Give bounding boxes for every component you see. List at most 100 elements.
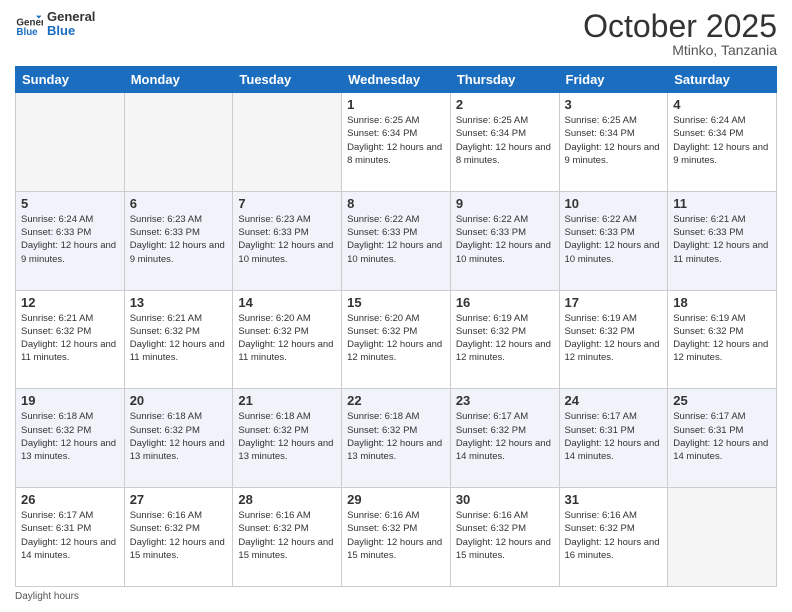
calendar-header-saturday: Saturday: [668, 67, 777, 93]
calendar-cell: 14Sunrise: 6:20 AM Sunset: 6:32 PM Dayli…: [233, 290, 342, 389]
day-number: 23: [456, 393, 554, 408]
day-number: 11: [673, 196, 771, 211]
calendar-cell: 3 Sunrise: 6:25 AM Sunset: 6:34 PM Daylig…: [559, 93, 668, 192]
day-info: Sunrise: 6:18 AM Sunset: 6:32 PM Dayligh…: [21, 410, 119, 463]
day-number: 17: [565, 295, 663, 310]
header: General Blue General Blue October 2025 M…: [15, 10, 777, 58]
day-number: 29: [347, 492, 445, 507]
day-number: 3: [565, 97, 663, 112]
day-number: 24: [565, 393, 663, 408]
svg-text:Blue: Blue: [16, 27, 38, 38]
day-number: 10: [565, 196, 663, 211]
day-number: 4: [673, 97, 771, 112]
day-number: 15: [347, 295, 445, 310]
day-number: 13: [130, 295, 228, 310]
day-info: Sunrise: 6:17 AM Sunset: 6:32 PM Dayligh…: [456, 410, 554, 463]
day-info: Sunrise: 6:16 AM Sunset: 6:32 PM Dayligh…: [130, 509, 228, 562]
day-number: 25: [673, 393, 771, 408]
calendar-cell: [668, 488, 777, 587]
calendar-header-row: SundayMondayTuesdayWednesdayThursdayFrid…: [16, 67, 777, 93]
day-info: Sunrise: 6:25 AM Sunset: 6:34 PM Dayligh…: [347, 114, 445, 167]
calendar-cell: 19Sunrise: 6:18 AM Sunset: 6:32 PM Dayli…: [16, 389, 125, 488]
calendar-cell: 5 Sunrise: 6:24 AM Sunset: 6:33 PM Daylig…: [16, 191, 125, 290]
day-number: 31: [565, 492, 663, 507]
month-title: October 2025: [583, 10, 777, 42]
day-info: Sunrise: 6:19 AM Sunset: 6:32 PM Dayligh…: [565, 312, 663, 365]
calendar-cell: 16Sunrise: 6:19 AM Sunset: 6:32 PM Dayli…: [450, 290, 559, 389]
day-info: Sunrise: 6:16 AM Sunset: 6:32 PM Dayligh…: [456, 509, 554, 562]
logo-icon: General Blue: [15, 10, 43, 38]
calendar-week-2: 5 Sunrise: 6:24 AM Sunset: 6:33 PM Daylig…: [16, 191, 777, 290]
day-info: Sunrise: 6:21 AM Sunset: 6:32 PM Dayligh…: [21, 312, 119, 365]
calendar-cell: 23 Sunrise: 6:17 AM Sunset: 6:32 PM Dayli…: [450, 389, 559, 488]
calendar-cell: 25 Sunrise: 6:17 AM Sunset: 6:31 PM Dayli…: [668, 389, 777, 488]
calendar-cell: 20 Sunrise: 6:18 AM Sunset: 6:32 PM Dayli…: [124, 389, 233, 488]
day-info: Sunrise: 6:25 AM Sunset: 6:34 PM Dayligh…: [456, 114, 554, 167]
day-info: Sunrise: 6:17 AM Sunset: 6:31 PM Dayligh…: [565, 410, 663, 463]
calendar-cell: 30 Sunrise: 6:16 AM Sunset: 6:32 PM Dayli…: [450, 488, 559, 587]
calendar-cell: 18 Sunrise: 6:19 AM Sunset: 6:32 PM Dayli…: [668, 290, 777, 389]
calendar-header-monday: Monday: [124, 67, 233, 93]
day-number: 2: [456, 97, 554, 112]
day-number: 22: [347, 393, 445, 408]
logo-line1: General: [47, 10, 95, 24]
day-number: 20: [130, 393, 228, 408]
calendar-week-1: 1Sunrise: 6:25 AM Sunset: 6:34 PM Daylig…: [16, 93, 777, 192]
calendar-cell: 24 Sunrise: 6:17 AM Sunset: 6:31 PM Dayli…: [559, 389, 668, 488]
day-info: Sunrise: 6:23 AM Sunset: 6:33 PM Dayligh…: [130, 213, 228, 266]
day-info: Sunrise: 6:19 AM Sunset: 6:32 PM Dayligh…: [673, 312, 771, 365]
logo-line2: Blue: [47, 24, 95, 38]
calendar-cell: 6 Sunrise: 6:23 AM Sunset: 6:33 PM Daylig…: [124, 191, 233, 290]
calendar-cell: 1Sunrise: 6:25 AM Sunset: 6:34 PM Daylig…: [342, 93, 451, 192]
day-info: Sunrise: 6:24 AM Sunset: 6:33 PM Dayligh…: [21, 213, 119, 266]
footer-note: Daylight hours: [15, 591, 777, 602]
day-info: Sunrise: 6:16 AM Sunset: 6:32 PM Dayligh…: [347, 509, 445, 562]
location-subtitle: Mtinko, Tanzania: [583, 42, 777, 58]
calendar-cell: 26 Sunrise: 6:17 AM Sunset: 6:31 PM Dayli…: [16, 488, 125, 587]
calendar-cell: [233, 93, 342, 192]
calendar-cell: 27 Sunrise: 6:16 AM Sunset: 6:32 PM Dayli…: [124, 488, 233, 587]
day-number: 26: [21, 492, 119, 507]
day-info: Sunrise: 6:22 AM Sunset: 6:33 PM Dayligh…: [456, 213, 554, 266]
day-info: Sunrise: 6:20 AM Sunset: 6:32 PM Dayligh…: [238, 312, 336, 365]
day-info: Sunrise: 6:22 AM Sunset: 6:33 PM Dayligh…: [565, 213, 663, 266]
calendar-cell: 22 Sunrise: 6:18 AM Sunset: 6:32 PM Dayli…: [342, 389, 451, 488]
calendar-week-4: 19Sunrise: 6:18 AM Sunset: 6:32 PM Dayli…: [16, 389, 777, 488]
day-info: Sunrise: 6:17 AM Sunset: 6:31 PM Dayligh…: [673, 410, 771, 463]
day-number: 28: [238, 492, 336, 507]
day-info: Sunrise: 6:19 AM Sunset: 6:32 PM Dayligh…: [456, 312, 554, 365]
day-info: Sunrise: 6:17 AM Sunset: 6:31 PM Dayligh…: [21, 509, 119, 562]
calendar-cell: 31Sunrise: 6:16 AM Sunset: 6:32 PM Dayli…: [559, 488, 668, 587]
calendar-cell: 2 Sunrise: 6:25 AM Sunset: 6:34 PM Daylig…: [450, 93, 559, 192]
day-number: 5: [21, 196, 119, 211]
calendar-cell: 28 Sunrise: 6:16 AM Sunset: 6:32 PM Dayli…: [233, 488, 342, 587]
calendar-header-tuesday: Tuesday: [233, 67, 342, 93]
calendar-cell: 8Sunrise: 6:22 AM Sunset: 6:33 PM Daylig…: [342, 191, 451, 290]
day-info: Sunrise: 6:21 AM Sunset: 6:33 PM Dayligh…: [673, 213, 771, 266]
calendar-cell: 9Sunrise: 6:22 AM Sunset: 6:33 PM Daylig…: [450, 191, 559, 290]
day-number: 21: [238, 393, 336, 408]
calendar-cell: 11 Sunrise: 6:21 AM Sunset: 6:33 PM Dayli…: [668, 191, 777, 290]
calendar-cell: 10 Sunrise: 6:22 AM Sunset: 6:33 PM Dayli…: [559, 191, 668, 290]
day-info: Sunrise: 6:25 AM Sunset: 6:34 PM Dayligh…: [565, 114, 663, 167]
day-number: 18: [673, 295, 771, 310]
calendar-table: SundayMondayTuesdayWednesdayThursdayFrid…: [15, 66, 777, 587]
calendar-cell: [124, 93, 233, 192]
day-info: Sunrise: 6:18 AM Sunset: 6:32 PM Dayligh…: [347, 410, 445, 463]
calendar-cell: 13Sunrise: 6:21 AM Sunset: 6:32 PM Dayli…: [124, 290, 233, 389]
calendar-cell: 29 Sunrise: 6:16 AM Sunset: 6:32 PM Dayli…: [342, 488, 451, 587]
day-number: 27: [130, 492, 228, 507]
calendar-header-friday: Friday: [559, 67, 668, 93]
day-info: Sunrise: 6:16 AM Sunset: 6:32 PM Dayligh…: [238, 509, 336, 562]
day-number: 6: [130, 196, 228, 211]
title-block: October 2025 Mtinko, Tanzania: [583, 10, 777, 58]
day-number: 7: [238, 196, 336, 211]
calendar-cell: 4 Sunrise: 6:24 AM Sunset: 6:34 PM Daylig…: [668, 93, 777, 192]
calendar-cell: 21Sunrise: 6:18 AM Sunset: 6:32 PM Dayli…: [233, 389, 342, 488]
day-info: Sunrise: 6:18 AM Sunset: 6:32 PM Dayligh…: [130, 410, 228, 463]
day-number: 30: [456, 492, 554, 507]
calendar-week-3: 12Sunrise: 6:21 AM Sunset: 6:32 PM Dayli…: [16, 290, 777, 389]
calendar-cell: 15Sunrise: 6:20 AM Sunset: 6:32 PM Dayli…: [342, 290, 451, 389]
day-info: Sunrise: 6:24 AM Sunset: 6:34 PM Dayligh…: [673, 114, 771, 167]
day-info: Sunrise: 6:23 AM Sunset: 6:33 PM Dayligh…: [238, 213, 336, 266]
